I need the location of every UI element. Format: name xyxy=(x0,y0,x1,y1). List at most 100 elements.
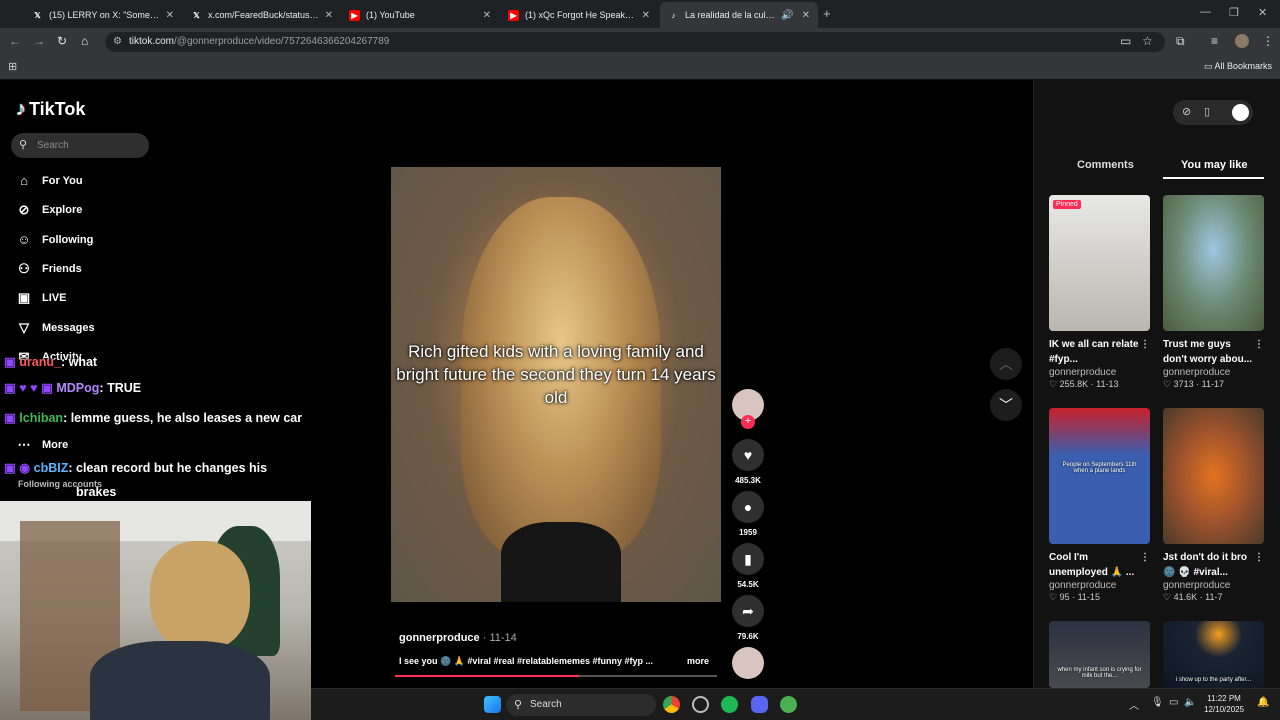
more-options-icon[interactable]: ⋮ xyxy=(1254,550,1264,565)
close-tab-icon[interactable]: ✕ xyxy=(483,10,491,21)
discord-icon[interactable] xyxy=(751,696,768,713)
sidebar-item-live[interactable]: ▣ LIVE xyxy=(15,290,67,306)
new-tab-button[interactable]: + xyxy=(823,6,831,21)
microphone-icon[interactable]: 🎙 xyxy=(1151,697,1164,708)
next-video-button[interactable]: ﹀ xyxy=(990,389,1022,421)
volume-icon[interactable]: 🔈 xyxy=(1184,697,1196,708)
spotify-icon[interactable] xyxy=(721,696,738,713)
card-stats: ♡ 95 · 11-15 xyxy=(1049,592,1100,602)
browser-tab[interactable]: 𝕏 (15) LERRY on X: "Sometimes y ✕ xyxy=(24,4,182,26)
video-thumbnail: i show up to the party after... xyxy=(1163,621,1264,688)
save-button[interactable]: ▮ 54.5K xyxy=(732,543,764,589)
url-bar[interactable]: ⚙ tiktok.com/@gonnerproduce/video/757264… xyxy=(105,32,1165,52)
chevron-up-icon[interactable]: ︿ xyxy=(1129,697,1139,712)
restore-button[interactable]: ❐ xyxy=(1229,6,1239,19)
home-icon: ⌂ xyxy=(20,173,28,188)
address-bar-row: ← → ↻ ⌂ ⚙ tiktok.com/@gonnerproduce/vide… xyxy=(0,28,1280,56)
sound-avatar-button[interactable] xyxy=(732,647,764,679)
cast-icon[interactable]: ▭ xyxy=(1120,34,1131,48)
chevron-up-icon: ︿ xyxy=(999,356,1013,372)
sidebar-item-messages[interactable]: ▽ Messages xyxy=(15,320,95,336)
heart-icon: ♥ xyxy=(732,439,764,471)
browser-tab-active[interactable]: ♪ La realidad de la cultura juv 🔊 ✕ xyxy=(660,2,818,28)
media-icon[interactable]: ≡ xyxy=(1211,34,1218,48)
card-user[interactable]: gonnerproduce xyxy=(1163,580,1264,591)
close-tab-icon[interactable]: ✕ xyxy=(642,10,650,21)
all-bookmarks[interactable]: ▭ All Bookmarks xyxy=(1204,61,1272,72)
network-icon[interactable]: ▭ xyxy=(1169,697,1178,708)
menu-icon[interactable]: ⋮ xyxy=(1262,34,1274,48)
obs-icon[interactable] xyxy=(692,696,709,713)
more-options-icon[interactable]: ⋮ xyxy=(1140,337,1150,352)
video-card[interactable]: Trust me guys don't worry abou... ⋮ gonne… xyxy=(1163,195,1264,390)
share-button[interactable]: ➦ 79.6K xyxy=(732,595,764,641)
taskbar-search[interactable]: ⚲ Search xyxy=(506,694,656,716)
video-card[interactable]: People on Septembers 11th when a plane l… xyxy=(1049,408,1150,603)
start-icon[interactable] xyxy=(484,696,501,713)
chat-badge-icon: ▣ xyxy=(4,355,20,369)
card-user[interactable]: gonnerproduce xyxy=(1049,580,1150,591)
video-card[interactable]: Jst don't do it bro 🌚 💀 #viral... ⋮ gonne… xyxy=(1163,408,1264,603)
notification-bell-icon[interactable]: 🔔 xyxy=(1257,697,1269,708)
creator-avatar-button[interactable]: + xyxy=(732,389,764,429)
sidebar-item-explore[interactable]: ⊘ Explore xyxy=(15,202,83,218)
video-card[interactable]: when my infant son is crying for milk bu… xyxy=(1049,621,1150,688)
close-tab-icon[interactable]: ✕ xyxy=(166,10,174,21)
video-thumbnail xyxy=(1163,195,1264,331)
card-user[interactable]: gonnerproduce xyxy=(1049,367,1150,378)
browser-tab[interactable]: ▶ (1) xQc Forgot He Speaks French ✕ xyxy=(500,4,658,26)
more-options-icon[interactable]: ⋮ xyxy=(1254,337,1264,352)
video-author[interactable]: gonnerproduce · 11-14 xyxy=(399,632,517,644)
sidebar-item-friends[interactable]: ⚇ Friends xyxy=(15,261,82,277)
previous-video-button[interactable]: ︿ xyxy=(990,348,1022,380)
sidebar-item-following[interactable]: ☺ Following xyxy=(15,232,93,247)
author-username[interactable]: gonnerproduce xyxy=(399,632,480,644)
more-link[interactable]: more xyxy=(687,656,709,666)
device-icon[interactable]: ▯ xyxy=(1204,105,1210,118)
tiktok-logo[interactable]: ♪ TikTok xyxy=(16,98,85,121)
post-date: 11-14 xyxy=(489,632,517,644)
star-icon[interactable]: ☆ xyxy=(1142,34,1153,48)
site-info-icon[interactable]: ⚙ xyxy=(113,32,122,52)
sidebar-item-more[interactable]: ⋯ More xyxy=(15,437,69,453)
video-thumbnail: when my infant son is crying for milk bu… xyxy=(1049,621,1150,688)
streamer-shirt xyxy=(90,641,270,720)
video-card[interactable]: i show up to the party after... xyxy=(1163,621,1264,688)
search-input[interactable]: ⚲ Search xyxy=(11,133,149,158)
minimize-button[interactable]: — xyxy=(1200,6,1211,18)
browser-tab[interactable]: ▶ (1) YouTube ✕ xyxy=(341,4,499,26)
tiktok-icon: ♪ xyxy=(671,10,676,20)
compass-icon[interactable]: ⊘ xyxy=(1182,105,1191,118)
folder-icon: ▭ xyxy=(1204,61,1215,71)
video-card[interactable]: Pinned IK we all can relate #fyp... ⋮ gon… xyxy=(1049,195,1150,390)
back-icon[interactable]: ← xyxy=(9,34,21,48)
forward-icon[interactable]: → xyxy=(33,34,45,48)
card-user[interactable]: gonnerproduce xyxy=(1163,367,1264,378)
speaker-icon[interactable]: 🔊 xyxy=(781,10,793,21)
like-button[interactable]: ♥ 485.3K xyxy=(732,439,764,485)
chrome-icon[interactable] xyxy=(663,696,680,713)
extensions-icon[interactable]: ⧉ xyxy=(1176,34,1185,49)
tab-comments[interactable]: Comments xyxy=(1077,159,1134,171)
tab-you-may-like[interactable]: You may like xyxy=(1181,159,1247,171)
chat-message: ▣ ♥ ♥ ▣ MDPog: TRUE xyxy=(4,381,142,395)
follow-plus-icon[interactable]: + xyxy=(741,415,755,429)
profile-avatar[interactable] xyxy=(1235,34,1249,48)
video-progress-bar[interactable] xyxy=(395,675,717,677)
card-title: IK we all can relate #fyp... xyxy=(1049,339,1139,365)
system-clock[interactable]: 11:22 PM 12/10/2025 xyxy=(1204,693,1244,715)
apps-grid-icon[interactable]: ⊞ xyxy=(8,60,17,73)
home-icon[interactable]: ⌂ xyxy=(81,34,88,48)
browser-tab[interactable]: 𝕏 x.com/FearedBuck/status/1998 ✕ xyxy=(183,4,341,26)
reload-icon[interactable]: ↻ xyxy=(57,34,67,48)
following-icon: ☺ xyxy=(17,232,31,247)
more-options-icon[interactable]: ⋮ xyxy=(1140,550,1150,565)
profile-toggle[interactable] xyxy=(1232,104,1249,121)
app-icon[interactable] xyxy=(780,696,797,713)
close-tab-icon[interactable]: ✕ xyxy=(325,10,333,21)
comment-button[interactable]: ● 1959 xyxy=(732,491,764,537)
close-tab-icon[interactable]: ✕ xyxy=(802,10,810,21)
video-subject-top xyxy=(501,522,621,602)
close-window-button[interactable]: ✕ xyxy=(1258,6,1267,19)
sidebar-item-for-you[interactable]: ⌂ For You xyxy=(15,173,82,188)
